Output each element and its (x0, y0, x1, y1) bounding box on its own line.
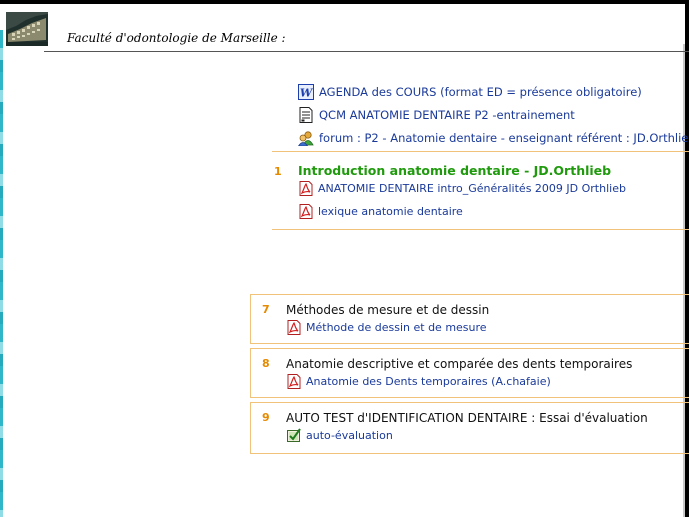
left-edge-strip (0, 30, 3, 517)
quiz-check-icon (287, 428, 301, 442)
quiz-icon (299, 106, 313, 123)
forum-link[interactable]: forum : P2 - Anatomie dentaire - enseign… (319, 131, 689, 145)
section-number: 7 (262, 303, 270, 316)
section-item-link[interactable]: auto-évaluation (306, 429, 393, 442)
section-item[interactable]: auto-évaluation (287, 428, 393, 443)
page-header: Faculté d'odontologie de Marseille : (0, 4, 689, 52)
section-item[interactable]: Méthode de dessin et de mesure (287, 320, 487, 335)
top-link-qcm[interactable]: QCM ANATOMIE DENTAIRE P2 -entrainement (298, 103, 689, 126)
site-title: Faculté d'odontologie de Marseille : (67, 31, 286, 45)
pdf-icon (287, 320, 301, 335)
section-8: 8 Anatomie descriptive et comparée des d… (250, 348, 689, 398)
course-top-links: W AGENDA des COURS (format ED = présence… (298, 80, 689, 149)
top-link-forum[interactable]: forum : P2 - Anatomie dentaire - enseign… (298, 126, 689, 149)
pdf-icon (299, 204, 313, 219)
section-number: 9 (262, 411, 270, 424)
section-item[interactable]: Anatomie des Dents temporaires (A.chafai… (287, 374, 551, 389)
section-1-top-border (272, 151, 689, 152)
svg-text:W: W (300, 86, 314, 99)
section-title: AUTO TEST d'IDENTIFICATION DENTAIRE : Es… (286, 411, 648, 425)
section-number: 1 (274, 165, 282, 178)
agenda-link[interactable]: AGENDA des COURS (format ED = présence o… (319, 85, 642, 99)
section-9: 9 AUTO TEST d'IDENTIFICATION DENTAIRE : … (250, 402, 689, 454)
section-item-link[interactable]: Méthode de dessin et de mesure (306, 321, 487, 334)
section-title: Anatomie descriptive et comparée des den… (286, 357, 633, 371)
header-divider (44, 51, 689, 52)
section-item-link[interactable]: lexique anatomie dentaire (318, 205, 463, 218)
pdf-icon (287, 374, 301, 389)
forum-icon (298, 130, 314, 146)
faculty-building-logo[interactable] (6, 12, 48, 46)
section-item[interactable]: lexique anatomie dentaire (299, 204, 463, 219)
pdf-icon (299, 181, 313, 196)
section-item[interactable]: ANATOMIE DENTAIRE intro_Généralités 2009… (299, 181, 626, 196)
qcm-link[interactable]: QCM ANATOMIE DENTAIRE P2 -entrainement (319, 108, 575, 122)
section-item-link[interactable]: ANATOMIE DENTAIRE intro_Généralités 2009… (318, 182, 626, 195)
top-link-agenda[interactable]: W AGENDA des COURS (format ED = présence… (298, 80, 689, 103)
section-number: 8 (262, 357, 270, 370)
section-7: 7 Méthodes de mesure et de dessin Méthod… (250, 294, 689, 344)
section-title: Introduction anatomie dentaire - JD.Orth… (298, 163, 612, 178)
word-doc-icon: W (298, 83, 314, 100)
section-item-link[interactable]: Anatomie des Dents temporaires (A.chafai… (306, 375, 551, 388)
section-1: 1 Introduction anatomie dentaire - JD.Or… (272, 152, 689, 230)
section-title: Méthodes de mesure et de dessin (286, 303, 490, 317)
